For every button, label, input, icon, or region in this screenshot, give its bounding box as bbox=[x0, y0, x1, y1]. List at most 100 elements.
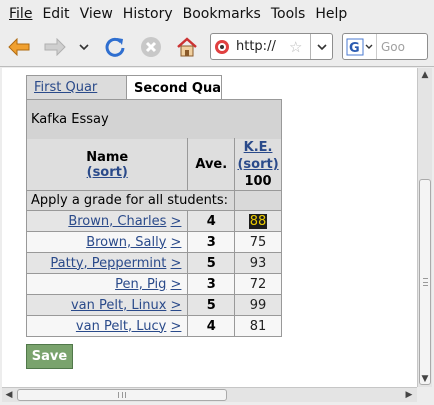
bookmark-star-icon[interactable]: ☆ bbox=[289, 38, 302, 56]
search-input[interactable]: Goo bbox=[381, 40, 405, 54]
navigation-toolbar: http:// ☆ G Goo bbox=[0, 27, 434, 67]
reload-icon bbox=[105, 37, 125, 57]
student-name-link[interactable]: Pen, Pig bbox=[115, 277, 166, 292]
table-header-row: Name (sort) Ave. K.E. (sort) 100 bbox=[25, 138, 282, 191]
grade-input[interactable]: 99 bbox=[250, 298, 267, 313]
scroll-left-button[interactable]: ◀ bbox=[2, 388, 16, 402]
stop-icon bbox=[141, 37, 161, 57]
student-name-link[interactable]: Patty, Peppermint bbox=[50, 256, 166, 271]
grade-input[interactable]: 88 bbox=[248, 213, 268, 229]
reload-button[interactable] bbox=[102, 34, 128, 60]
assignment-title: Kafka Essay bbox=[26, 99, 282, 139]
sort-by-ke-link[interactable]: (sort) bbox=[237, 157, 278, 172]
url-bar[interactable]: http:// ☆ bbox=[210, 33, 333, 60]
ke-assignment-link[interactable]: K.E. bbox=[244, 140, 273, 155]
student-average: 3 bbox=[187, 273, 236, 295]
gradebook-table: Kafka Essay Name (sort) Ave. K.E. (sort)… bbox=[25, 99, 282, 337]
apply-all-label: Apply a grade for all students: bbox=[25, 190, 236, 211]
student-average: 3 bbox=[187, 231, 236, 253]
student-name-link[interactable]: van Pelt, Linux bbox=[71, 298, 166, 313]
table-row: Patty, Peppermint > 5 93 bbox=[25, 252, 282, 274]
chevron-down-icon bbox=[79, 44, 89, 51]
scroll-right-button[interactable]: ▶ bbox=[402, 388, 416, 402]
horizontal-scrollbar[interactable]: ◀ ▶ bbox=[2, 387, 417, 402]
student-average: 4 bbox=[187, 315, 236, 337]
back-arrow-icon bbox=[8, 38, 30, 56]
student-name-link[interactable]: van Pelt, Lucy bbox=[76, 319, 166, 334]
student-detail-link[interactable]: > bbox=[171, 256, 182, 271]
menu-file[interactable]: File bbox=[4, 6, 37, 22]
student-name-cell: Brown, Sally > bbox=[25, 231, 189, 253]
stop-button[interactable] bbox=[138, 34, 164, 60]
url-dropdown-button[interactable] bbox=[310, 34, 332, 59]
google-engine-icon: G bbox=[346, 38, 372, 56]
name-header: Name (sort) bbox=[25, 138, 189, 191]
table-row: Brown, Sally > 3 75 bbox=[25, 231, 282, 253]
tab-second-quarter[interactable]: Second Qua bbox=[126, 75, 222, 100]
student-average: 5 bbox=[187, 252, 236, 274]
vertical-scroll-thumb[interactable] bbox=[419, 179, 431, 385]
student-name-link[interactable]: Brown, Sally bbox=[86, 235, 166, 250]
apply-all-row: Apply a grade for all students: bbox=[25, 190, 282, 211]
svg-text:G: G bbox=[349, 41, 360, 56]
grade-input[interactable]: 72 bbox=[250, 277, 267, 292]
scrollbar-corner bbox=[417, 387, 432, 402]
assignment-caption-row: Kafka Essay bbox=[26, 99, 282, 139]
url-text[interactable]: http:// bbox=[236, 39, 276, 54]
grade-cell: 81 bbox=[234, 315, 282, 337]
menu-bar: File Edit View History Bookmarks Tools H… bbox=[0, 0, 434, 27]
student-detail-link[interactable]: > bbox=[171, 277, 182, 292]
menu-help[interactable]: Help bbox=[310, 6, 352, 22]
student-detail-link[interactable]: > bbox=[171, 214, 182, 229]
menu-edit[interactable]: Edit bbox=[37, 6, 74, 22]
forward-arrow-icon bbox=[44, 38, 66, 56]
grade-cell: 88 bbox=[234, 210, 282, 232]
menu-bookmarks[interactable]: Bookmarks bbox=[178, 6, 266, 22]
menu-tools[interactable]: Tools bbox=[266, 6, 311, 22]
history-dropdown-button[interactable] bbox=[74, 34, 94, 60]
grade-cell: 93 bbox=[234, 252, 282, 274]
table-row: Pen, Pig > 3 72 bbox=[25, 273, 282, 295]
student-detail-link[interactable]: > bbox=[171, 298, 182, 313]
sort-by-name-link[interactable]: (sort) bbox=[87, 165, 128, 180]
horizontal-scroll-thumb[interactable] bbox=[17, 389, 227, 401]
grade-input[interactable]: 81 bbox=[250, 319, 267, 334]
back-button[interactable] bbox=[6, 34, 32, 60]
grade-cell: 99 bbox=[234, 294, 282, 316]
vertical-scrollbar[interactable]: ▲ ▼ bbox=[417, 68, 432, 387]
student-name-link[interactable]: Brown, Charles bbox=[68, 214, 166, 229]
grade-input[interactable]: 93 bbox=[250, 256, 267, 271]
chevron-down-icon bbox=[316, 43, 327, 50]
student-name-cell: Brown, Charles > bbox=[25, 210, 189, 232]
grade-cell: 72 bbox=[234, 273, 282, 295]
grade-cell: 75 bbox=[234, 231, 282, 253]
home-button[interactable] bbox=[174, 34, 200, 60]
apply-all-input[interactable] bbox=[234, 190, 282, 211]
grade-input[interactable]: 75 bbox=[250, 235, 267, 250]
menu-view[interactable]: View bbox=[75, 6, 118, 22]
tab-first-quarter[interactable]: First Quar bbox=[26, 75, 127, 100]
student-name-cell: Pen, Pig > bbox=[25, 273, 189, 295]
home-icon bbox=[177, 37, 197, 57]
menu-history[interactable]: History bbox=[118, 6, 178, 22]
student-detail-link[interactable]: > bbox=[171, 235, 182, 250]
student-name-cell: Patty, Peppermint > bbox=[25, 252, 189, 274]
table-row: Brown, Charles > 4 88 bbox=[25, 210, 282, 232]
search-engine-button[interactable]: G bbox=[343, 34, 377, 59]
search-bar[interactable]: G Goo bbox=[342, 33, 428, 60]
table-row: van Pelt, Lucy > 4 81 bbox=[25, 315, 282, 337]
student-name-cell: van Pelt, Linux > bbox=[25, 294, 189, 316]
forward-button[interactable] bbox=[42, 34, 68, 60]
scroll-down-button[interactable]: ▼ bbox=[418, 372, 432, 386]
scroll-up-button[interactable]: ▲ bbox=[418, 68, 432, 82]
ke-header: K.E. (sort) 100 bbox=[234, 138, 282, 191]
student-average: 5 bbox=[187, 294, 236, 316]
student-average: 4 bbox=[187, 210, 236, 232]
site-identity-icon[interactable] bbox=[211, 34, 233, 59]
quarter-tabs: First Quar Second Qua bbox=[26, 75, 222, 100]
average-header: Ave. bbox=[187, 138, 236, 191]
ke-max-points: 100 bbox=[244, 174, 272, 189]
student-detail-link[interactable]: > bbox=[171, 319, 182, 334]
page-content: First Quar Second Qua Kafka Essay Name (… bbox=[2, 68, 417, 387]
save-button[interactable]: Save bbox=[26, 344, 73, 369]
